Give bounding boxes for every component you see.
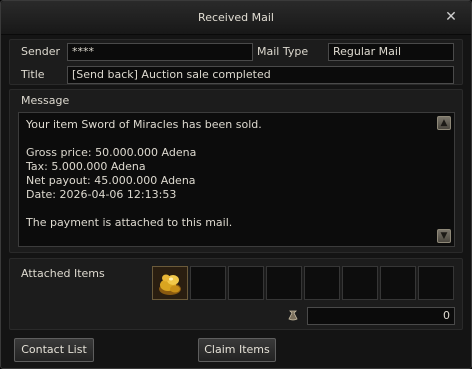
mail-type-label: Mail Type <box>257 45 309 58</box>
scroll-up-icon[interactable]: ▲ <box>437 116 451 130</box>
message-line: The payment is attached to this mail. <box>26 216 233 229</box>
attachment-slot[interactable] <box>342 266 378 300</box>
window-title: Received Mail <box>198 11 274 24</box>
sender-label: Sender <box>21 45 60 58</box>
contact-list-button[interactable]: Contact List <box>14 338 94 362</box>
message-text: Your item Sword of Miracles has been sol… <box>26 118 436 230</box>
title-field: [Send back] Auction sale completed <box>67 66 454 84</box>
message-line: Tax: 5.000.000 Adena <box>26 160 146 173</box>
message-line <box>26 202 436 216</box>
attachment-slot[interactable] <box>228 266 264 300</box>
message-line: Gross price: 50.000.000 Adena <box>26 146 197 159</box>
attachment-slot[interactable] <box>190 266 226 300</box>
attachment-slot[interactable] <box>304 266 340 300</box>
message-body[interactable]: Your item Sword of Miracles has been sol… <box>18 112 455 247</box>
message-line <box>26 132 436 146</box>
adena-amount-field[interactable]: 0 <box>307 307 455 325</box>
message-line: Date: 2026-04-06 12:13:53 <box>26 188 177 201</box>
close-icon[interactable]: ✕ <box>443 9 459 25</box>
attachment-slot[interactable] <box>418 266 454 300</box>
message-line: Your item Sword of Miracles has been sol… <box>26 118 262 131</box>
received-mail-window: Received Mail ✕ Sender **** Mail Type Re… <box>0 0 472 369</box>
title-label: Title <box>21 68 45 81</box>
mail-type-field: Regular Mail <box>328 43 454 61</box>
adena-pouch-icon <box>288 310 298 321</box>
attachment-slot[interactable] <box>380 266 416 300</box>
scroll-down-icon[interactable]: ▼ <box>437 229 451 243</box>
attachment-slot[interactable] <box>266 266 302 300</box>
attached-items-label: Attached Items <box>21 267 105 280</box>
attachment-slot-adena[interactable] <box>152 266 188 300</box>
message-label: Message <box>21 94 70 107</box>
claim-items-button[interactable]: Claim Items <box>198 338 276 362</box>
adena-gold-icon <box>159 274 181 295</box>
sender-field: **** <box>67 43 253 61</box>
header-panel: Sender **** Mail Type Regular Mail Title… <box>9 39 463 85</box>
title-bar[interactable]: Received Mail ✕ <box>1 1 471 35</box>
message-line: Net payout: 45.000.000 Adena <box>26 174 196 187</box>
